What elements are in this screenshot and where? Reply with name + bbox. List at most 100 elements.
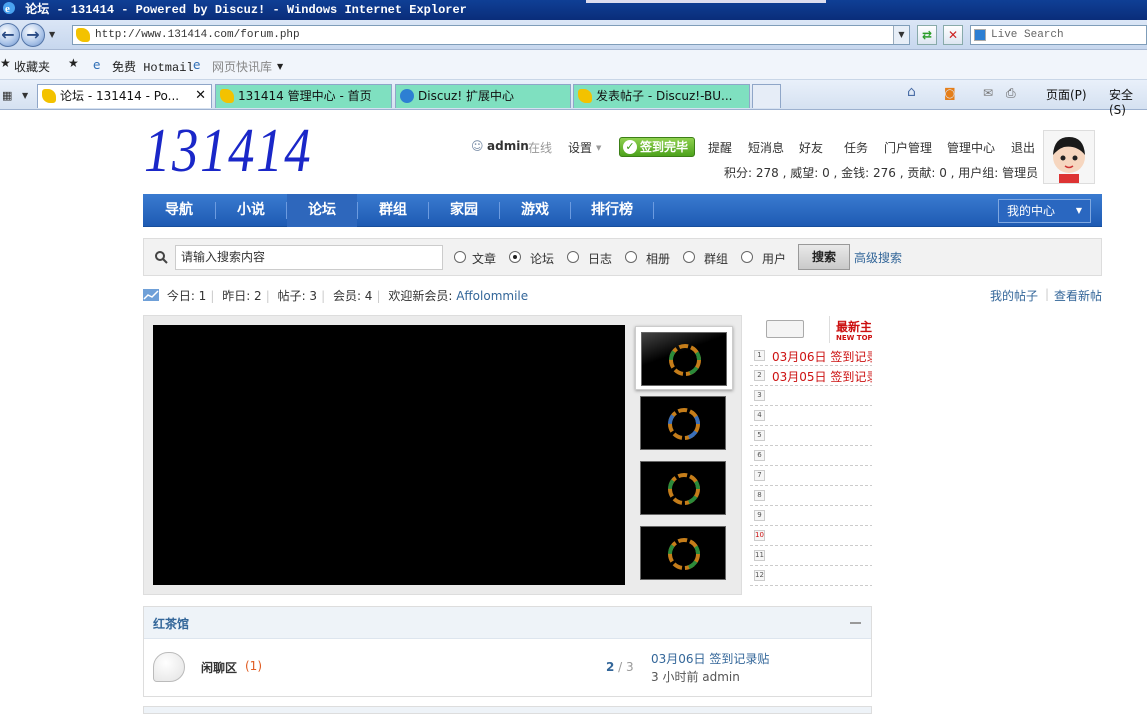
favorites-bar: ★ 收藏夹 ★ e 免费 Hotmail e 网页快讯库 ▼ [0, 50, 1147, 80]
view-new-posts-link[interactable]: 查看新帖 [1054, 287, 1102, 304]
checkin-label: 签到完毕 [640, 140, 689, 154]
add-favorite-icon[interactable]: ★ [68, 56, 79, 70]
forum-name-link[interactable]: 闲聊区 [201, 659, 237, 676]
address-bar[interactable]: http://www.131414.com/forum.php ▼ [72, 25, 910, 45]
my-center-dropdown[interactable]: 我的中心 ▼ [998, 199, 1091, 223]
url-text: http://www.131414.com/forum.php [95, 29, 300, 41]
welcome-text: 欢迎新会员: [388, 289, 453, 303]
print-icon[interactable]: ⎙ [1006, 86, 1016, 101]
menu-logout[interactable]: 退出 [1011, 139, 1035, 156]
rank-number: 3 [754, 390, 765, 401]
slideshow-thumb[interactable] [640, 461, 726, 515]
list-item[interactable]: 1 03月06日 签到记录 [750, 346, 872, 366]
site-search-input[interactable]: 请输入搜索内容 [175, 245, 443, 270]
radio-label-album: 相册 [646, 252, 671, 266]
menu-reminders[interactable]: 提醒 [708, 139, 732, 156]
site-favicon-icon [76, 28, 90, 42]
rank-number: 12 [754, 570, 765, 581]
mail-icon[interactable]: ✉ [983, 86, 993, 100]
tab-admin[interactable]: 131414 管理中心 - 首页 [215, 84, 392, 108]
live-search-placeholder: Live Search [991, 29, 1064, 41]
fav-hotmail-link[interactable]: 免费 Hotmail [112, 58, 194, 75]
nav-groups[interactable]: 群组 [358, 194, 428, 227]
radio-label-forum: 论坛 [530, 252, 555, 266]
menu-portal-admin[interactable]: 门户管理 [884, 139, 932, 156]
site-logo[interactable]: 131414 [144, 118, 311, 184]
topic-link[interactable]: 03月05日 签到记录 [772, 368, 872, 385]
back-button[interactable]: ← [0, 23, 20, 47]
new-topics-title: 最新主题 [836, 320, 872, 334]
close-tab-icon[interactable]: ✕ [195, 85, 206, 107]
forum-thread-count: 2 [606, 660, 615, 674]
nav-novel[interactable]: 小说 [216, 194, 286, 227]
chevron-down-icon[interactable]: ▼ [277, 62, 283, 71]
radio-article[interactable] [454, 251, 466, 263]
menu-tasks[interactable]: 任务 [844, 139, 868, 156]
rank-number: 10 [754, 530, 765, 541]
slideshow-thumb[interactable] [640, 396, 726, 450]
radio-user[interactable] [741, 251, 753, 263]
new-topics-subtitle: NEW TOPIC [836, 334, 872, 342]
collapse-icon[interactable] [850, 622, 861, 624]
tab-favicon-icon [42, 89, 56, 103]
safety-menu[interactable]: 安全(S) [1109, 86, 1147, 117]
settings-menu[interactable]: 设置 [568, 139, 592, 156]
live-search-input[interactable]: Live Search [970, 25, 1147, 45]
tab-favicon-icon [578, 89, 592, 103]
nav-guide[interactable]: 导航 [143, 194, 215, 227]
menu-friends[interactable]: 好友 [799, 139, 823, 156]
radio-blog[interactable] [567, 251, 579, 263]
rss-feed-icon[interactable]: ◙ [944, 86, 956, 100]
search-icon [155, 251, 168, 264]
nav-ranking[interactable]: 排行榜 [571, 194, 653, 227]
rank-number: 9 [754, 510, 765, 521]
radio-forum[interactable] [509, 251, 521, 263]
page-menu[interactable]: 页面(P) [1046, 86, 1087, 103]
fav-webslice-link[interactable]: 网页快讯库 [212, 58, 272, 75]
search-button[interactable]: 搜索 [798, 244, 850, 270]
nav-home[interactable]: 家园 [429, 194, 499, 227]
advanced-search-link[interactable]: 高级搜索 [854, 249, 902, 266]
nav-games[interactable]: 游戏 [500, 194, 570, 227]
title-highlight [586, 0, 826, 3]
live-search-icon [974, 29, 986, 41]
slideshow-thumb-active[interactable] [635, 326, 733, 390]
nav-forum[interactable]: 论坛 [287, 194, 357, 227]
username-link[interactable]: admin [487, 139, 529, 153]
radio-album[interactable] [625, 251, 637, 263]
tab-list-dropdown-icon[interactable]: ▼ [22, 91, 28, 100]
slideshow-main-image[interactable] [153, 325, 625, 585]
radio-group[interactable] [683, 251, 695, 263]
slideshow [143, 315, 743, 595]
favorites-button[interactable]: 收藏夹 [14, 58, 50, 75]
new-tab-button[interactable] [752, 84, 781, 108]
list-item[interactable]: 2 03月05日 签到记录 [750, 366, 872, 386]
ie-logo-icon: e [3, 2, 15, 15]
window-title: 论坛 - 131414 - Powered by Discuz! - Windo… [25, 3, 467, 17]
forward-button[interactable]: → [21, 23, 45, 47]
last-post-link[interactable]: 03月06日 签到记录贴 [651, 650, 769, 667]
tab-discuz-ext[interactable]: Discuz! 扩展中心 [395, 84, 571, 108]
refresh-button[interactable]: ⇄ [917, 25, 937, 45]
category-title[interactable]: 红茶馆 [153, 615, 189, 632]
quick-tabs-icon[interactable]: ▦ [2, 89, 12, 102]
tab-forum[interactable]: 论坛 - 131414 - Po... ✕ [37, 84, 212, 108]
forum-post-count: 3 [626, 660, 634, 674]
checkin-button[interactable]: ✓ 签到完毕 [619, 137, 695, 157]
menu-messages[interactable]: 短消息 [748, 139, 784, 156]
favorites-star-icon[interactable]: ★ [0, 56, 11, 70]
home-icon[interactable]: ⌂ [907, 84, 916, 100]
slideshow-thumb[interactable] [640, 526, 726, 580]
my-posts-link[interactable]: 我的帖子 [990, 287, 1038, 304]
list-item: 9 [750, 506, 872, 526]
avatar[interactable] [1043, 130, 1095, 184]
avatar-image [1053, 137, 1085, 183]
tab-post[interactable]: 发表帖子 - Discuz!-BU... [573, 84, 750, 108]
topic-link[interactable]: 03月06日 签到记录 [772, 348, 872, 365]
address-toolbar: ← → ▼ http://www.131414.com/forum.php ▼ … [0, 20, 1147, 50]
stop-button[interactable]: ✕ [943, 25, 963, 45]
menu-admin-center[interactable]: 管理中心 [947, 139, 995, 156]
history-dropdown-icon[interactable]: ▼ [49, 30, 55, 39]
newest-member-link[interactable]: Affolommile [456, 289, 528, 303]
address-dropdown-icon[interactable]: ▼ [893, 26, 909, 44]
